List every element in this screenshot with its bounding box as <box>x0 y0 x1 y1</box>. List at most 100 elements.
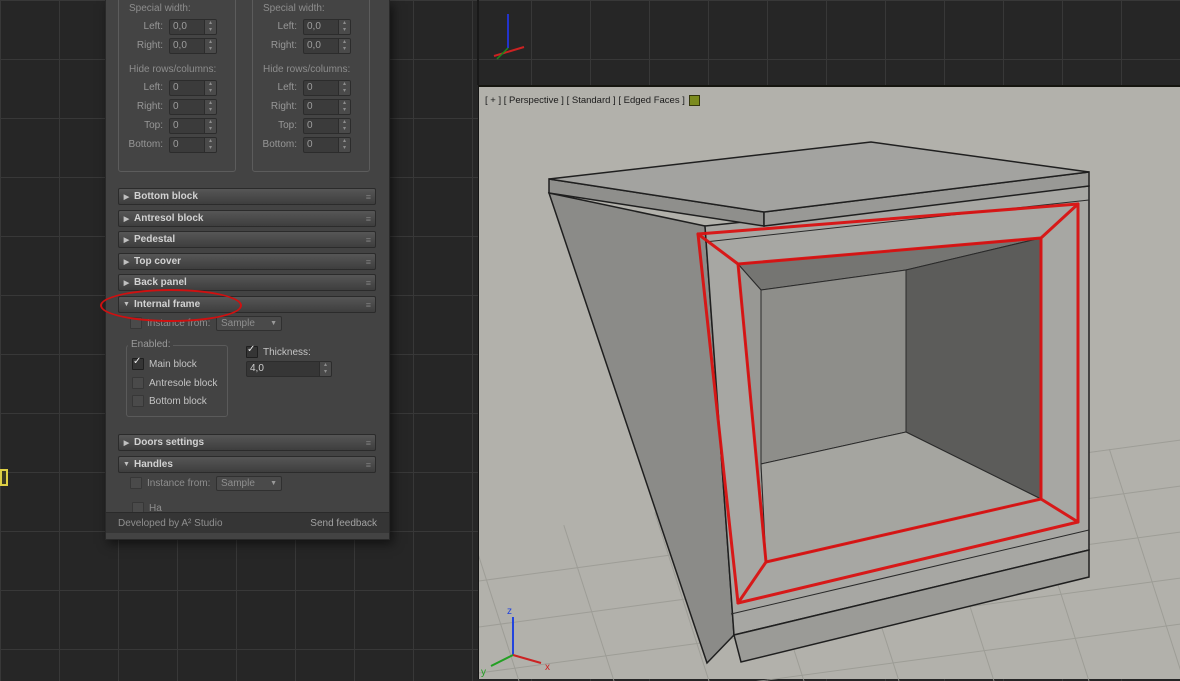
right-width-spinner[interactable]: 0,0 ▴▾ <box>169 38 217 54</box>
main-block-checkbox[interactable] <box>132 358 144 370</box>
field-label: Top: <box>261 120 297 131</box>
spinner-arrows-icon[interactable]: ▴▾ <box>204 119 216 133</box>
spinner-arrows-icon[interactable]: ▴▾ <box>338 119 350 133</box>
spinner-arrows-icon[interactable]: ▴▾ <box>204 20 216 34</box>
spinner-arrows-icon[interactable]: ▴▾ <box>204 100 216 114</box>
edged-faces-color-swatch[interactable] <box>689 95 700 106</box>
hide-left-spinner[interactable]: 0 ▴▾ <box>169 80 217 96</box>
field-label: Bottom: <box>127 139 163 150</box>
field-label: Top: <box>127 120 163 131</box>
drag-grip-icon[interactable]: ≡ <box>366 214 371 224</box>
drag-grip-icon[interactable]: ≡ <box>366 300 371 310</box>
send-feedback-link[interactable]: Send feedback <box>310 518 377 529</box>
rollout-handles[interactable]: ▼ Handles ≡ <box>118 456 376 473</box>
spinner-arrows-icon[interactable]: ▴▾ <box>338 81 350 95</box>
rollout-label: Pedestal <box>134 234 175 245</box>
axis-tripod: z x y <box>481 606 550 678</box>
antresole-block-option: Antresole block <box>132 377 217 389</box>
drag-grip-icon[interactable]: ≡ <box>366 438 371 448</box>
rollout-label: Top cover <box>134 256 181 267</box>
spinner-arrows-icon[interactable]: ▴▾ <box>204 39 216 53</box>
spinner-arrows-icon[interactable]: ▴▾ <box>338 100 350 114</box>
hide-bottom-spinner[interactable]: 0 ▴▾ <box>169 137 217 153</box>
axis-z-label: z <box>507 606 512 617</box>
thickness-checkbox[interactable] <box>246 346 258 358</box>
hide-bottom-spinner[interactable]: 0 ▴▾ <box>303 137 351 153</box>
antresole-block-checkbox[interactable] <box>132 377 144 389</box>
hide-top-spinner[interactable]: 0 ▴▾ <box>303 118 351 134</box>
rollout-bottom-block[interactable]: ▶ Bottom block ≡ <box>118 188 376 205</box>
instance-from-checkbox[interactable] <box>130 317 142 329</box>
cabinet-left-face <box>549 193 734 663</box>
interior-back-wall <box>761 270 906 464</box>
drag-grip-icon[interactable]: ≡ <box>366 460 371 470</box>
axis-y-label: y <box>481 667 486 678</box>
hide-right-spinner[interactable]: 0 ▴▾ <box>303 99 351 115</box>
viewport-label[interactable]: [ + ] [ Perspective ] [ Standard ] [ Edg… <box>485 95 700 106</box>
rollout-top-cover[interactable]: ▶ Top cover ≡ <box>118 253 376 270</box>
field-row: Top: 0 ▴▾ <box>119 116 235 135</box>
rollout-antresol-block[interactable]: ▶ Antresol block ≡ <box>118 210 376 227</box>
edge-ui-fragment <box>0 469 8 486</box>
spinner-arrows-icon[interactable]: ▴▾ <box>319 362 331 376</box>
spinner-arrows-icon[interactable]: ▴▾ <box>204 81 216 95</box>
left-width-spinner[interactable]: 0,0 ▴▾ <box>303 19 351 35</box>
spinner-arrows-icon[interactable]: ▴▾ <box>204 138 216 152</box>
spinner-value: 0 <box>304 119 338 133</box>
field-row: Right: 0,0 ▴▾ <box>253 36 369 55</box>
hide-top-spinner[interactable]: 0 ▴▾ <box>169 118 217 134</box>
field-row: Right: 0 ▴▾ <box>119 97 235 116</box>
panel-footer: Developed by A² Studio Send feedback <box>106 512 389 533</box>
rollout-label: Back panel <box>134 277 187 288</box>
rollout-doors-settings[interactable]: ▶ Doors settings ≡ <box>118 434 376 451</box>
instance-from-checkbox[interactable] <box>130 477 142 489</box>
instance-from-row: Instance from: <box>130 477 210 489</box>
viewport-label-text[interactable]: [ + ] [ Perspective ] [ Standard ] [ Edg… <box>485 95 685 106</box>
spinner-value: 0,0 <box>304 20 338 34</box>
field-label: Right: <box>261 40 297 51</box>
perspective-viewport[interactable]: [ + ] [ Perspective ] [ Standard ] [ Edg… <box>478 85 1180 679</box>
drag-grip-icon[interactable]: ≡ <box>366 257 371 267</box>
spinner-arrows-icon[interactable]: ▴▾ <box>338 138 350 152</box>
field-label: Right: <box>127 40 163 51</box>
spinner-value: 0 <box>304 100 338 114</box>
field-label: Bottom: <box>261 139 297 150</box>
right-width-spinner[interactable]: 0,0 ▴▾ <box>303 38 351 54</box>
bottom-block-option: Bottom block <box>132 395 207 407</box>
spinner-value: 0 <box>170 81 204 95</box>
checkbox-label: Main block <box>149 359 197 370</box>
rollout-back-panel[interactable]: ▶ Back panel ≡ <box>118 274 376 291</box>
chevron-right-icon: ▶ <box>119 193 134 201</box>
chevron-down-icon: ▼ <box>270 480 277 487</box>
spinner-arrows-icon[interactable]: ▴▾ <box>338 39 350 53</box>
hide-left-spinner[interactable]: 0 ▴▾ <box>303 80 351 96</box>
drag-grip-icon[interactable]: ≡ <box>366 192 371 202</box>
drag-grip-icon[interactable]: ≡ <box>366 235 371 245</box>
instance-from-dropdown[interactable]: Sample ▼ <box>216 476 282 491</box>
hide-right-spinner[interactable]: 0 ▴▾ <box>169 99 217 115</box>
chevron-right-icon: ▶ <box>119 439 134 447</box>
left-width-spinner[interactable]: 0,0 ▴▾ <box>169 19 217 35</box>
field-label: Right: <box>261 101 297 112</box>
field-row: Left: 0,0 ▴▾ <box>119 17 235 36</box>
rollout-label: Doors settings <box>134 437 204 448</box>
instance-from-label: Instance from: <box>147 478 210 489</box>
thickness-spinner[interactable]: 4,0 ▴▾ <box>246 361 332 377</box>
rollout-pedestal[interactable]: ▶ Pedestal ≡ <box>118 231 376 248</box>
instance-from-row: Instance from: <box>130 317 210 329</box>
field-label: Left: <box>261 82 297 93</box>
instance-from-dropdown[interactable]: Sample ▼ <box>216 316 282 331</box>
spinner-value: 0,0 <box>304 39 338 53</box>
spinner-value: 0,0 <box>170 20 204 34</box>
rollout-internal-frame[interactable]: ▼ Internal frame ≡ <box>118 296 376 313</box>
spinner-value: 0 <box>170 100 204 114</box>
drag-grip-icon[interactable]: ≡ <box>366 278 371 288</box>
furniture-plugin-panel: Special width: Left: 0,0 ▴▾ Right: 0,0 ▴… <box>105 0 390 540</box>
bottom-block-checkbox[interactable] <box>132 395 144 407</box>
field-label: Left: <box>127 82 163 93</box>
field-row: Right: 0 ▴▾ <box>253 97 369 116</box>
field-row: Left: 0,0 ▴▾ <box>253 17 369 36</box>
group-title: Special width: <box>263 3 369 14</box>
rollout-label: Handles <box>134 459 173 470</box>
spinner-arrows-icon[interactable]: ▴▾ <box>338 20 350 34</box>
